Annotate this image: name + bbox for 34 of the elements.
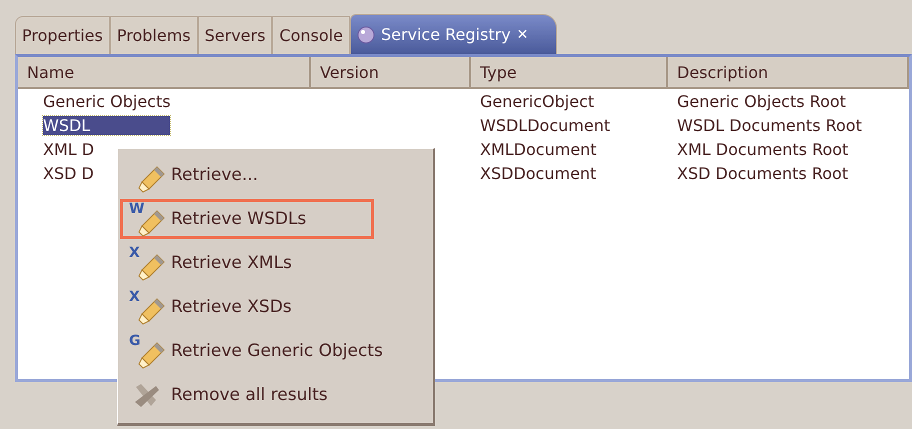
tree-item[interactable]: XML D: [43, 140, 94, 158]
close-icon[interactable]: ✕: [516, 26, 528, 42]
pencil-icon: [137, 164, 167, 194]
column-header[interactable]: Name: [18, 57, 311, 89]
tree-item[interactable]: Generic Objects: [43, 92, 171, 110]
icon-letter: X: [129, 246, 140, 260]
menu-item[interactable]: G Retrieve Generic Objects: [120, 331, 420, 371]
tab[interactable]: Servers: [198, 16, 272, 54]
menu-item[interactable]: Remove all results: [120, 375, 374, 415]
menu-item[interactable]: X Retrieve XMLs: [120, 243, 374, 283]
icon-letter: W: [129, 202, 144, 216]
column-header[interactable]: Description: [668, 57, 909, 89]
menu-item[interactable]: X Retrieve XSDs: [120, 287, 374, 327]
menu-item[interactable]: W Retrieve WSDLs: [120, 199, 374, 239]
table-cell-text: XMLDocument: [479, 140, 598, 158]
tab[interactable]: Console: [272, 16, 350, 54]
tree-item[interactable]: XSD D: [43, 164, 94, 182]
tab[interactable]: Service Registry ✕: [350, 14, 558, 54]
tree-item[interactable]: WSDL: [43, 116, 170, 134]
table-cell-text: GenericObject: [479, 92, 596, 110]
globe-icon: [356, 26, 375, 44]
table-cell-text: WSDLDocument: [479, 116, 612, 134]
table-cell-text: WSDL Documents Root: [676, 116, 863, 134]
column-header[interactable]: Version: [311, 57, 471, 89]
table-cell-text: Generic Objects Root: [676, 92, 847, 110]
icon-letter: X: [129, 290, 140, 304]
table-cell-text: XML Documents Root: [676, 140, 850, 158]
tab[interactable]: Properties: [15, 16, 110, 54]
table-cell-text: XSDDocument: [479, 164, 598, 182]
menu-item[interactable]: Retrieve...: [120, 155, 374, 195]
column-header[interactable]: Type: [471, 57, 668, 89]
tab[interactable]: Problems: [110, 16, 198, 54]
table-cell-text: XSD Documents Root: [676, 164, 850, 182]
icon-letter: G: [129, 334, 140, 348]
